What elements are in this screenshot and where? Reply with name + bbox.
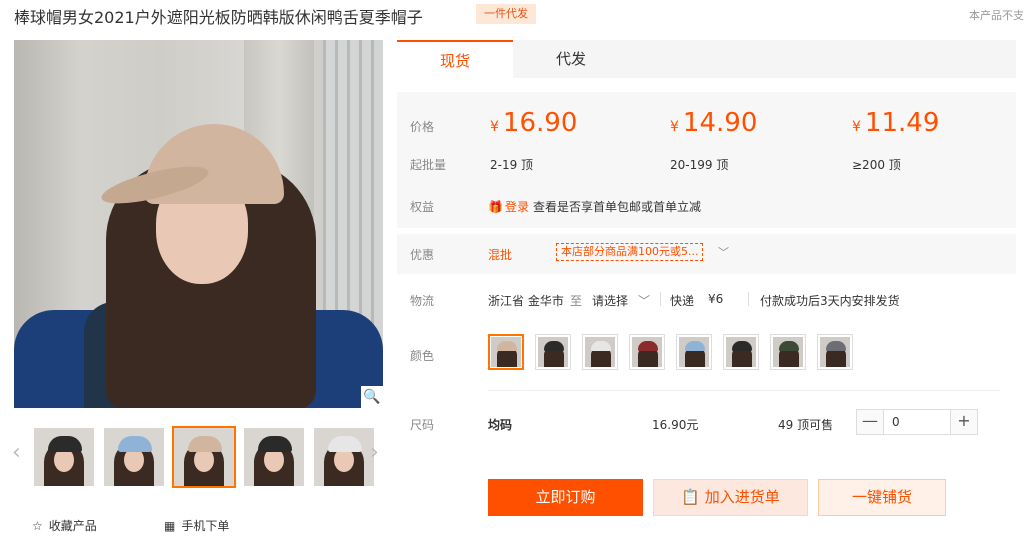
color-options — [488, 334, 853, 370]
thumb-next-icon[interactable]: › — [370, 440, 379, 465]
price-tier-1: ¥16.90 — [490, 108, 578, 138]
login-link[interactable]: 登录 — [505, 200, 529, 214]
size-value: 均码 — [488, 418, 513, 432]
promo-label: 优惠 — [410, 248, 435, 262]
mobile-label: 手机下单 — [181, 519, 230, 533]
divider — [748, 292, 749, 306]
size-stock: 49 顶可售 — [778, 418, 834, 432]
thumbnail-strip — [34, 426, 374, 488]
tab-in-stock[interactable]: 现货 — [397, 40, 513, 78]
shipping-note: 付款成功后3天内安排发货 — [760, 294, 900, 308]
thumbnail-5[interactable] — [314, 428, 374, 486]
tab-dropship[interactable]: 代发 — [513, 40, 629, 78]
shipping-fee: ¥6 — [708, 292, 724, 306]
divider — [660, 292, 661, 306]
decrement-button[interactable]: — — [857, 410, 883, 434]
color-option-8[interactable] — [817, 334, 853, 370]
color-option-3[interactable] — [582, 334, 618, 370]
one-click-distribute-button[interactable]: 一键铺货 — [818, 479, 946, 516]
mobile-order-button[interactable]: ▦ 手机下单 — [164, 517, 229, 534]
qrcode-icon: ▦ — [164, 518, 176, 533]
thumbnail-1[interactable] — [34, 428, 94, 486]
destination-select[interactable]: 请选择 — [592, 292, 628, 309]
qty-label: 起批量 — [410, 158, 447, 172]
color-option-5[interactable] — [676, 334, 712, 370]
product-title: 棒球帽男女2021户外遮阳光板防晒韩版休闲鸭舌夏季帽子 — [14, 8, 423, 27]
benefit-text: 查看是否享首单包邮或首单立减 — [532, 200, 701, 214]
favorite-label: 收藏产品 — [48, 519, 97, 533]
add-to-cart-button[interactable]: 📋 加入进货单 — [653, 479, 808, 516]
size-label: 尺码 — [410, 418, 435, 432]
price-tier-2: ¥14.90 — [670, 108, 758, 138]
support-notice: 本产品不支 — [969, 9, 1024, 22]
qty-tier-3: ≥200 顶 — [852, 158, 901, 172]
benefit-row: 🎁 登录 查看是否享首单包邮或首单立减 — [488, 198, 701, 215]
divider — [488, 390, 1000, 391]
shipping-method: 快递 — [670, 294, 695, 308]
price-tier-3: ¥11.49 — [852, 108, 940, 138]
color-option-4[interactable] — [629, 334, 665, 370]
shipping-origin: 浙江省 金华市 — [488, 294, 564, 308]
quantity-stepper: — 0 + — [856, 409, 978, 435]
add-to-cart-label: 加入进货单 — [704, 488, 780, 506]
purchase-tabs: 现货 代发 — [397, 40, 1016, 78]
main-product-image[interactable]: 🔍 — [14, 40, 383, 408]
size-price: 16.90元 — [652, 418, 699, 432]
shipping-to: 至 — [570, 294, 583, 308]
mixed-batch-tag: 混批 — [488, 248, 513, 262]
qty-tier-2: 20-199 顶 — [670, 158, 729, 172]
quantity-input[interactable]: 0 — [883, 410, 951, 434]
thumb-prev-icon[interactable]: ‹ — [12, 440, 21, 465]
price-label: 价格 — [410, 120, 435, 134]
increment-button[interactable]: + — [951, 410, 977, 434]
color-option-6[interactable] — [723, 334, 759, 370]
color-option-7[interactable] — [770, 334, 806, 370]
thumbnail-4[interactable] — [244, 428, 304, 486]
dropship-badge[interactable]: 一件代发 — [476, 4, 536, 24]
chevron-down-icon[interactable]: ﹀ — [718, 244, 729, 260]
gift-icon: 🎁 — [488, 200, 503, 214]
thumbnail-2[interactable] — [104, 428, 164, 486]
magnifier-icon[interactable]: 🔍 — [361, 386, 383, 408]
color-label: 颜色 — [410, 349, 435, 363]
color-option-1-selected[interactable] — [488, 334, 524, 370]
favorite-button[interactable]: ☆ 收藏产品 — [32, 517, 97, 534]
shipping-label: 物流 — [410, 294, 435, 308]
order-now-button[interactable]: 立即订购 — [488, 479, 643, 516]
coupon-tag[interactable]: 本店部分商品满100元或5... — [556, 243, 704, 261]
benefit-label: 权益 — [410, 200, 435, 214]
star-icon: ☆ — [32, 518, 43, 533]
clipboard-icon: 📋 — [681, 488, 700, 506]
chevron-down-icon[interactable]: ﹀ — [638, 292, 650, 309]
qty-tier-1: 2-19 顶 — [490, 158, 534, 172]
thumbnail-3-selected[interactable] — [172, 426, 236, 488]
color-option-2[interactable] — [535, 334, 571, 370]
